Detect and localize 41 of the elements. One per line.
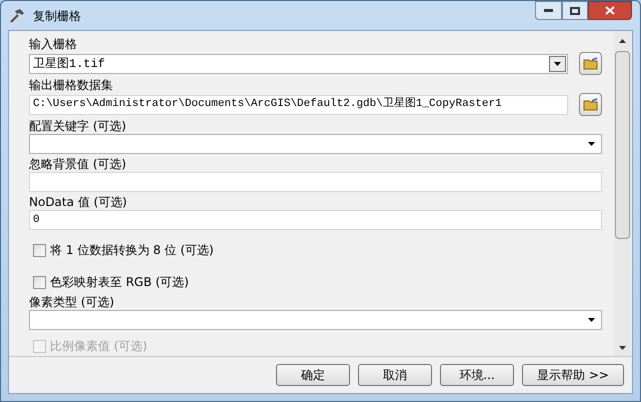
dropdown-field[interactable] bbox=[29, 310, 602, 330]
dialog-button[interactable]: 确定 bbox=[276, 364, 350, 386]
scrollbar[interactable] bbox=[614, 31, 631, 356]
dropdown-button[interactable] bbox=[549, 56, 566, 72]
minimize-icon bbox=[544, 9, 553, 12]
dialog-button[interactable]: 环境... bbox=[440, 364, 514, 386]
checkbox-label: 色彩映射表至 RGB (可选) bbox=[50, 274, 189, 291]
dialog-button[interactable]: 显示帮助 >> bbox=[522, 364, 624, 386]
caret-icon bbox=[588, 318, 595, 322]
browse-button[interactable] bbox=[579, 52, 602, 75]
input-field[interactable] bbox=[29, 172, 602, 192]
parameter-label: 配置关键字 (可选) bbox=[29, 119, 128, 134]
folder-icon bbox=[582, 98, 598, 111]
caret-icon bbox=[588, 142, 595, 146]
checkbox[interactable] bbox=[33, 244, 46, 256]
input-field[interactable]: 0 bbox=[29, 210, 602, 230]
window-title: 复制栅格 bbox=[33, 8, 81, 24]
caret-icon bbox=[554, 62, 561, 66]
dropdown-field[interactable]: 卫星图1.tif bbox=[29, 54, 568, 74]
maximize-icon bbox=[570, 6, 580, 14]
parameter-label: 忽略背景值 (可选) bbox=[29, 157, 128, 172]
checkbox-label: 将 1 位数据转换为 8 位 (可选) bbox=[50, 242, 214, 259]
dialog-button[interactable]: 取消 bbox=[358, 364, 432, 386]
parameter-label: 像素类型 (可选) bbox=[29, 295, 116, 310]
scroll-down-icon bbox=[619, 346, 626, 350]
browse-button[interactable] bbox=[579, 93, 602, 116]
scrollbar-thumb[interactable] bbox=[615, 51, 630, 239]
close-button[interactable] bbox=[588, 1, 632, 20]
dropdown-field[interactable] bbox=[29, 134, 602, 154]
parameter-label: NoData 值 (可选) bbox=[29, 195, 128, 210]
close-icon bbox=[605, 6, 615, 15]
folder-icon bbox=[582, 57, 598, 70]
scroll-up-icon bbox=[619, 39, 626, 43]
parameter-label: 输出栅格数据集 bbox=[29, 78, 114, 93]
input-field[interactable]: C:\Users\Administrator\Documents\ArcGIS\Default2.gdb\卫星图1_CopyRaster1 bbox=[29, 94, 568, 114]
parameter-label: 输入栅格 bbox=[29, 37, 78, 52]
maximize-button[interactable] bbox=[562, 1, 588, 20]
checkbox[interactable] bbox=[33, 276, 46, 288]
minimize-button[interactable] bbox=[535, 1, 562, 20]
hammer-icon bbox=[9, 8, 25, 24]
checkbox-label: 比例像素值 (可选) bbox=[50, 338, 148, 355]
